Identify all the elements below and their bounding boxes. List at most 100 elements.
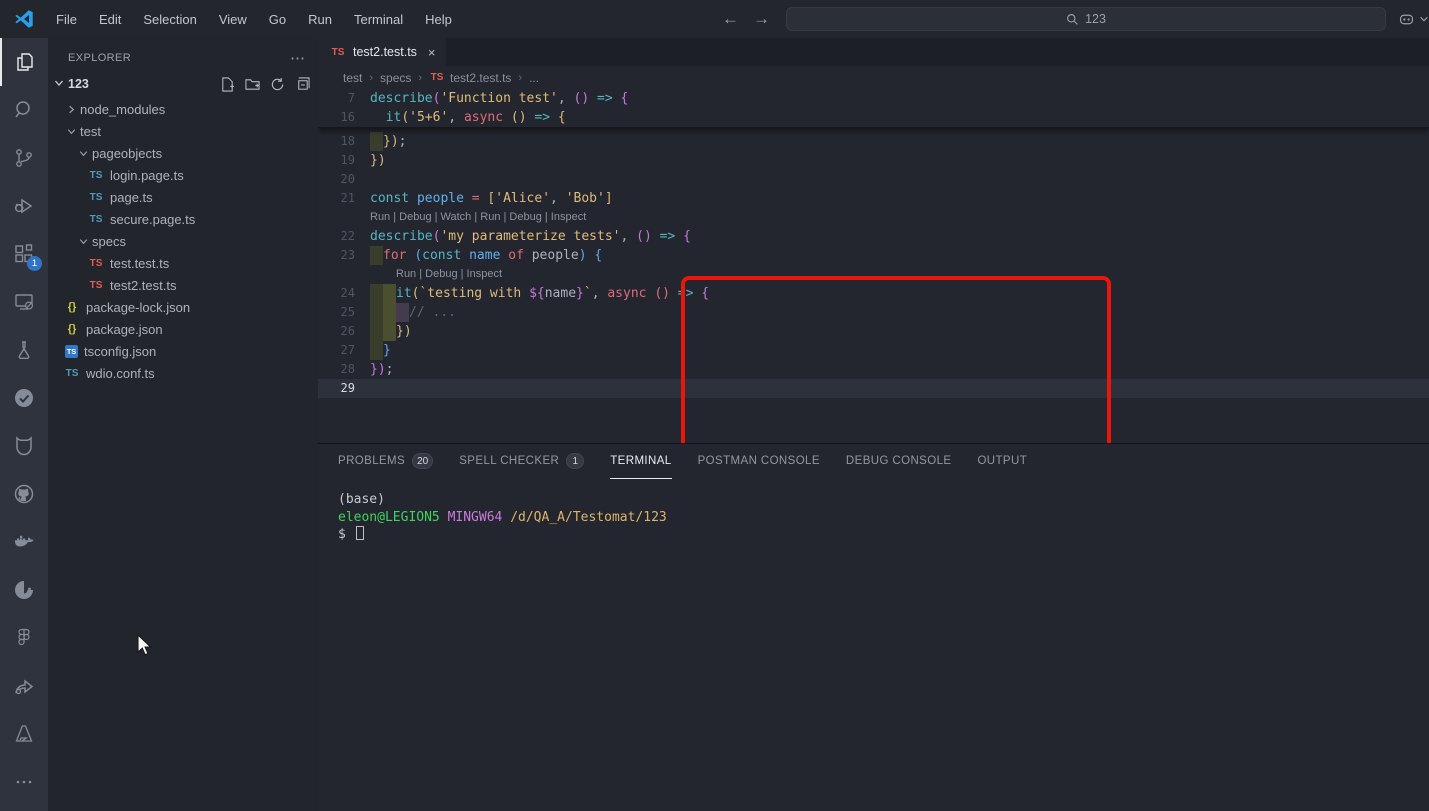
- azure-icon[interactable]: [0, 710, 48, 758]
- codelens-actions[interactable]: Run | Debug | Inspect: [396, 265, 502, 284]
- copilot-menu-button[interactable]: [1398, 11, 1429, 28]
- tree-item-tsconfig-json[interactable]: TStsconfig.json: [48, 340, 318, 362]
- typescript-file-icon: TS: [88, 192, 104, 203]
- code-line-26[interactable]: 26}): [318, 322, 1429, 341]
- tree-item-test2-test-ts[interactable]: TStest2.test.ts: [48, 274, 318, 296]
- tree-item-secure-page-ts[interactable]: TSsecure.page.ts: [48, 208, 318, 230]
- breadcrumb-item[interactable]: ...: [529, 71, 539, 85]
- explorer-more-button[interactable]: ⋯: [290, 49, 306, 67]
- code-token: [587, 246, 595, 265]
- close-tab-icon[interactable]: ×: [428, 45, 436, 60]
- testing-icon[interactable]: [0, 326, 48, 374]
- remote-explorer-icon[interactable]: [0, 278, 48, 326]
- check-icon[interactable]: [0, 374, 48, 422]
- breadcrumb-item[interactable]: test2.test.ts: [450, 71, 511, 85]
- breadcrumb-item[interactable]: test: [343, 71, 362, 85]
- code-line-28[interactable]: 28});: [318, 360, 1429, 379]
- code-line-22[interactable]: 22describe('my parameterize tests', () =…: [318, 227, 1429, 246]
- tree-item-page-ts[interactable]: TSpage.ts: [48, 186, 318, 208]
- sticky-line-7[interactable]: 7describe('Function test', () => {: [318, 89, 1429, 108]
- panel-tab-terminal[interactable]: TERMINAL: [610, 444, 671, 479]
- more-icon[interactable]: [0, 758, 48, 806]
- share-icon[interactable]: [0, 662, 48, 710]
- code-editor[interactable]: 7describe('Function test', () => {16 it(…: [318, 89, 1429, 443]
- tree-item-test-test-ts[interactable]: TStest.test.ts: [48, 252, 318, 274]
- code-line-25[interactable]: 25// ...: [318, 303, 1429, 322]
- coverage-gutter-block: [370, 341, 383, 360]
- codelens-actions[interactable]: Run | Debug | Watch | Run | Debug | Insp…: [370, 208, 586, 227]
- vscode-logo-icon: [13, 8, 35, 30]
- tree-item-test[interactable]: test: [48, 120, 318, 142]
- gitlens-icon[interactable]: [0, 422, 48, 470]
- menu-selection[interactable]: Selection: [134, 8, 205, 31]
- search-icon[interactable]: [0, 86, 48, 134]
- terminal-text: /d/QA_A/Testomat/123: [510, 510, 667, 525]
- command-search-input[interactable]: 123: [786, 7, 1386, 31]
- code-line-23[interactable]: 23for (const name of people) {: [318, 246, 1429, 265]
- panel-tab-spell-checker[interactable]: SPELL CHECKER1: [459, 444, 584, 479]
- code-token: (: [433, 89, 441, 108]
- explorer-sidebar: EXPLORER ⋯ 123 node_modulestestpageobjec…: [48, 38, 318, 811]
- tree-item-package-json[interactable]: {}package.json: [48, 318, 318, 340]
- code-line-20[interactable]: 20: [318, 170, 1429, 189]
- code-line-29[interactable]: 29: [318, 379, 1429, 398]
- coverage-gutter-block: [370, 303, 383, 322]
- tree-item-node-modules[interactable]: node_modules: [48, 98, 318, 120]
- panel-tab-label: PROBLEMS: [338, 455, 405, 467]
- code-line-27[interactable]: 27}: [318, 341, 1429, 360]
- codelens-row: Run | Debug | Watch | Run | Debug | Insp…: [318, 208, 1429, 227]
- figma-icon[interactable]: [0, 614, 48, 662]
- breadcrumb-separator: ›: [369, 72, 373, 84]
- code-line-24[interactable]: 24it(`testing with ${name}`, async () =>…: [318, 284, 1429, 303]
- run-debug-icon[interactable]: [0, 182, 48, 230]
- nav-back-button[interactable]: ←: [722, 9, 739, 29]
- tree-item-login-page-ts[interactable]: TSlogin.page.ts: [48, 164, 318, 186]
- chevron-down-icon: [64, 125, 78, 138]
- menu-edit[interactable]: Edit: [90, 8, 130, 31]
- code-token: it: [396, 284, 412, 303]
- tree-item-package-lock-json[interactable]: {}package-lock.json: [48, 296, 318, 318]
- wallaby-icon[interactable]: [0, 566, 48, 614]
- code-line-18[interactable]: 18});: [318, 132, 1429, 151]
- code-token: 'my parameterize tests': [440, 227, 620, 246]
- terminal-output[interactable]: (base)eleon@LEGION5 MINGW64 /d/QA_A/Test…: [338, 491, 1429, 544]
- workspace-root-row[interactable]: 123: [48, 72, 318, 96]
- code-token: 'Function test': [440, 89, 557, 108]
- breadcrumb-item[interactable]: specs: [380, 71, 411, 85]
- new-folder-icon[interactable]: [245, 77, 260, 92]
- menu-go[interactable]: Go: [260, 8, 295, 31]
- panel-tab-label: POSTMAN CONSOLE: [698, 455, 820, 467]
- code-line-19[interactable]: 19}): [318, 151, 1429, 170]
- github-icon[interactable]: [0, 470, 48, 518]
- tree-item-specs[interactable]: specs: [48, 230, 318, 252]
- panel-tab-output[interactable]: OUTPUT: [977, 444, 1027, 479]
- vscode-window: FileEditSelectionViewGoRunTerminalHelp ←…: [0, 0, 1429, 811]
- code-token: }: [576, 284, 584, 303]
- docker-icon[interactable]: [0, 518, 48, 566]
- nav-forward-button[interactable]: →: [753, 9, 770, 29]
- menu-help[interactable]: Help: [416, 8, 461, 31]
- panel-tab-problems[interactable]: PROBLEMS20: [338, 444, 433, 479]
- menu-view[interactable]: View: [210, 8, 256, 31]
- panel-tab-postman-console[interactable]: POSTMAN CONSOLE: [698, 444, 820, 479]
- tree-item-pageobjects[interactable]: pageobjects: [48, 142, 318, 164]
- refresh-icon[interactable]: [270, 77, 285, 92]
- panel-tab-debug-console[interactable]: DEBUG CONSOLE: [846, 444, 952, 479]
- menu-terminal[interactable]: Terminal: [345, 8, 412, 31]
- line-number: 7: [318, 89, 370, 108]
- code-token: // ...: [409, 303, 456, 322]
- new-file-icon[interactable]: [220, 77, 235, 92]
- code-token: ,: [620, 227, 636, 246]
- code-line-21[interactable]: 21const people = ['Alice', 'Bob']: [318, 189, 1429, 208]
- collapse-all-icon[interactable]: [295, 77, 310, 92]
- menu-file[interactable]: File: [47, 8, 86, 31]
- sticky-line-16[interactable]: 16 it('5+6', async () => {: [318, 108, 1429, 127]
- code-token: [: [487, 189, 495, 208]
- editor-tab-strip: TS test2.test.ts ×: [318, 38, 1429, 66]
- explorer-icon[interactable]: [0, 38, 48, 86]
- tab-test2-test-ts[interactable]: TS test2.test.ts ×: [318, 38, 446, 66]
- extensions-icon[interactable]: 1: [0, 230, 48, 278]
- tree-item-wdio-conf-ts[interactable]: TSwdio.conf.ts: [48, 362, 318, 384]
- menu-run[interactable]: Run: [299, 8, 341, 31]
- source-control-icon[interactable]: [0, 134, 48, 182]
